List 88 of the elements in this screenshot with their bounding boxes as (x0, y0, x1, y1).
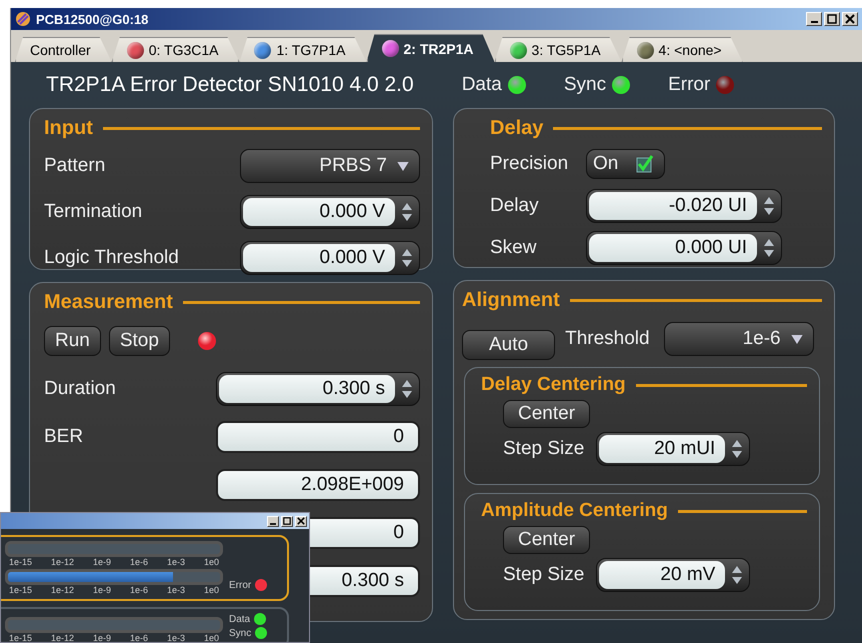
action-button[interactable]: Stop (108, 326, 170, 356)
tab[interactable]: 3: TG5P1A (494, 37, 622, 62)
auto-button[interactable]: Auto (462, 330, 556, 360)
field-label: Logic Threshold (44, 247, 179, 269)
caret-icon (790, 334, 803, 344)
scale-label: 1e-3 (166, 585, 185, 595)
maximize-icon (283, 517, 291, 525)
scale-label: 1e-15 (9, 557, 32, 567)
maximize-button[interactable] (824, 12, 840, 26)
spinner-arrows-icon[interactable] (731, 439, 744, 459)
field-label: Step Size (503, 564, 584, 586)
indicator-label: Error (229, 580, 252, 590)
caret-icon (397, 162, 409, 170)
close-icon (845, 14, 855, 24)
scale-label: 1e0 (204, 557, 219, 567)
panel-title: Amplitude Centering (481, 500, 668, 522)
dropdown[interactable]: 1e-6 (664, 322, 814, 356)
spinner-arrows-icon[interactable] (763, 238, 775, 258)
field-label: Pattern (44, 155, 106, 177)
field-label: Step Size (503, 438, 584, 460)
scale-label: 1e-12 (51, 585, 74, 595)
panel-title: Measurement (44, 290, 173, 314)
scale-label: 1e0 (204, 585, 219, 595)
panel-title: Input (44, 116, 93, 140)
value-field: 2.098E+009 (216, 469, 420, 501)
scale-label: 1e-3 (166, 633, 185, 642)
app-icon (15, 11, 31, 27)
scale-label: 1e-6 (130, 557, 148, 567)
field-label: Delay (490, 195, 540, 217)
field-label: Skew (490, 237, 538, 259)
value-field[interactable]: 0.300 s (219, 375, 395, 403)
scale-label: 1e-6 (130, 585, 148, 595)
spinner-arrows-icon[interactable] (763, 196, 775, 216)
scale-label: 1e-6 (130, 633, 148, 642)
minimize-button[interactable] (806, 12, 822, 26)
tab[interactable]: 0: TG3C1A (112, 37, 240, 62)
scale-label: 1e-9 (93, 585, 112, 595)
value-field[interactable]: 0.000 V (243, 198, 395, 226)
tab[interactable]: 4: <none> (622, 37, 743, 62)
scale-label: 1e-9 (93, 557, 112, 567)
indicator-label: Error (668, 74, 710, 96)
field-label: BER (44, 426, 84, 448)
scale-label: 1e-9 (93, 633, 112, 642)
maximize-icon (827, 14, 837, 24)
panel-title: Alignment (462, 288, 560, 312)
field-label: Duration (44, 378, 116, 400)
maximize-button[interactable] (281, 516, 293, 526)
scale-label: 1e-15 (9, 585, 32, 595)
center-button[interactable]: Center (503, 400, 590, 428)
indicator-label: Sync (564, 74, 606, 96)
panel-title: Delay Centering (481, 374, 626, 396)
scale-label: 1e-12 (51, 633, 74, 642)
value-field[interactable]: -0.020 UI (589, 192, 757, 220)
tab[interactable]: 2: TR2P1A (366, 34, 495, 62)
indicator-label: Data (229, 614, 250, 624)
close-icon (297, 517, 305, 525)
minimize-button[interactable] (267, 516, 279, 526)
scale-label: 1e0 (204, 633, 219, 642)
value-field[interactable]: 0.000 V (243, 244, 395, 272)
scale-label: 1e-3 (166, 557, 185, 567)
scale-label: 1e-12 (51, 557, 74, 567)
value-field[interactable]: 20 mV (599, 561, 726, 589)
spinner-arrows-icon[interactable] (401, 202, 413, 222)
value-field: 0 (216, 421, 420, 453)
minimize-icon (810, 21, 818, 23)
scale-label: 1e-15 (9, 633, 32, 642)
field-label: Threshold (565, 328, 650, 350)
spinner-arrows-icon[interactable] (401, 379, 413, 399)
value-field[interactable]: 0.000 UI (589, 234, 757, 262)
window-title: PCB12500@G0:18 (36, 12, 148, 26)
tab[interactable]: 1: TG7P1A (239, 37, 366, 62)
indicator-label: Sync (229, 628, 252, 638)
value-field[interactable]: 20 mUI (599, 435, 726, 463)
field-label: Termination (44, 201, 142, 223)
spinner-arrows-icon[interactable] (401, 248, 413, 268)
minimize-icon (270, 522, 276, 524)
panel-title: Delay (490, 116, 544, 140)
device-title: TR2P1A Error Detector SN1010 4.0 2.0 (46, 73, 414, 97)
tab[interactable]: Controller (15, 37, 112, 62)
close-button[interactable] (295, 516, 307, 526)
spinner-arrows-icon[interactable] (731, 565, 744, 585)
indicator-label: Data (462, 74, 502, 96)
center-button[interactable]: Center (503, 526, 590, 554)
precision-toggle[interactable]: On (586, 149, 666, 179)
field-label: Precision (490, 153, 566, 175)
dropdown[interactable]: PRBS 7 (240, 149, 420, 183)
close-button[interactable] (842, 12, 858, 26)
action-button[interactable]: Run (44, 326, 101, 356)
